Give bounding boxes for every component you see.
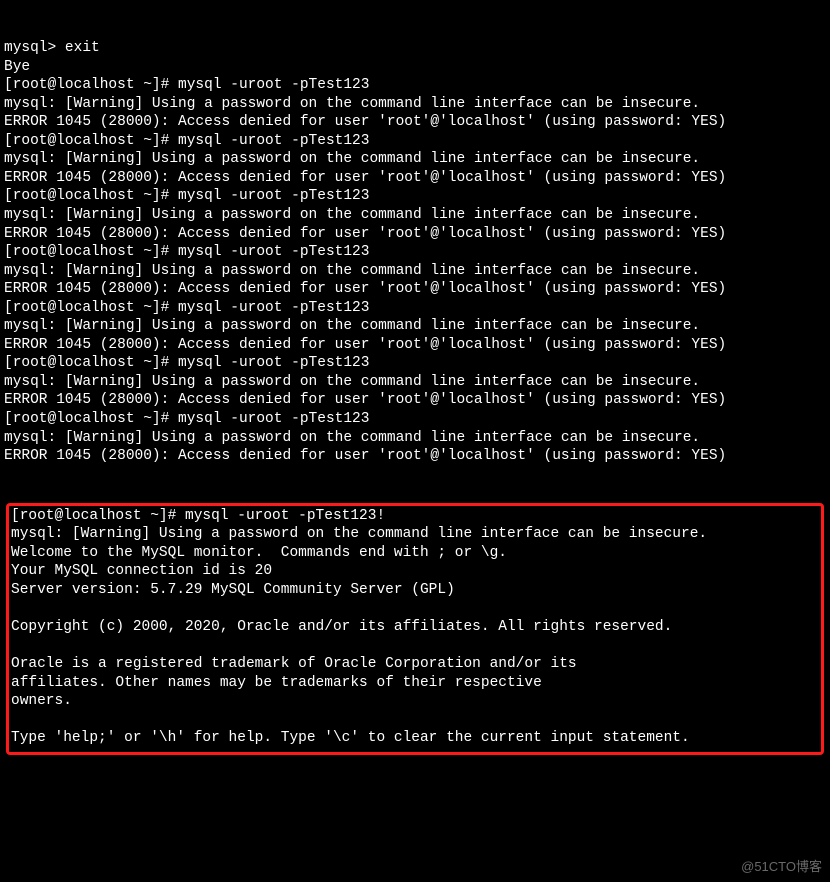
highlighted-successful-login: [root@localhost ~]# mysql -uroot -pTest1… <box>6 503 824 755</box>
highlight-line: Server version: 5.7.29 MySQL Community S… <box>11 581 819 600</box>
scrollback-line: ERROR 1045 (28000): Access denied for us… <box>4 336 826 355</box>
highlight-line: Copyright (c) 2000, 2020, Oracle and/or … <box>11 618 819 637</box>
highlight-line: Type 'help;' or '\h' for help. Type '\c'… <box>11 729 819 748</box>
highlight-line: Your MySQL connection id is 20 <box>11 562 819 581</box>
highlight-line <box>11 711 819 730</box>
highlight-line: [root@localhost ~]# mysql -uroot -pTest1… <box>11 507 819 526</box>
scrollback-line: ERROR 1045 (28000): Access denied for us… <box>4 280 826 299</box>
terminal-scrollback: mysql> exitBye[root@localhost ~]# mysql … <box>4 39 826 466</box>
highlight-line <box>11 637 819 656</box>
watermark-text: @51CTO博客 <box>741 859 822 876</box>
scrollback-line: [root@localhost ~]# mysql -uroot -pTest1… <box>4 132 826 151</box>
scrollback-line: ERROR 1045 (28000): Access denied for us… <box>4 113 826 132</box>
scrollback-line: ERROR 1045 (28000): Access denied for us… <box>4 447 826 466</box>
scrollback-line: [root@localhost ~]# mysql -uroot -pTest1… <box>4 299 826 318</box>
scrollback-line: [root@localhost ~]# mysql -uroot -pTest1… <box>4 410 826 429</box>
scrollback-line: ERROR 1045 (28000): Access denied for us… <box>4 169 826 188</box>
highlight-line: owners. <box>11 692 819 711</box>
scrollback-line: Bye <box>4 58 826 77</box>
scrollback-line: mysql: [Warning] Using a password on the… <box>4 206 826 225</box>
highlight-line: mysql: [Warning] Using a password on the… <box>11 525 819 544</box>
scrollback-line: ERROR 1045 (28000): Access denied for us… <box>4 225 826 244</box>
scrollback-line: ERROR 1045 (28000): Access denied for us… <box>4 391 826 410</box>
highlight-line: Welcome to the MySQL monitor. Commands e… <box>11 544 819 563</box>
scrollback-line: [root@localhost ~]# mysql -uroot -pTest1… <box>4 354 826 373</box>
highlight-line: Oracle is a registered trademark of Orac… <box>11 655 819 674</box>
highlight-line <box>11 600 819 619</box>
scrollback-line: [root@localhost ~]# mysql -uroot -pTest1… <box>4 76 826 95</box>
terminal-window[interactable]: mysql> exitBye[root@localhost ~]# mysql … <box>0 0 830 781</box>
scrollback-line: mysql> exit <box>4 39 826 58</box>
scrollback-line: [root@localhost ~]# mysql -uroot -pTest1… <box>4 187 826 206</box>
scrollback-line: [root@localhost ~]# mysql -uroot -pTest1… <box>4 243 826 262</box>
scrollback-line: mysql: [Warning] Using a password on the… <box>4 373 826 392</box>
scrollback-line: mysql: [Warning] Using a password on the… <box>4 95 826 114</box>
scrollback-line: mysql: [Warning] Using a password on the… <box>4 429 826 448</box>
scrollback-line: mysql: [Warning] Using a password on the… <box>4 262 826 281</box>
highlight-line: affiliates. Other names may be trademark… <box>11 674 819 693</box>
scrollback-line: mysql: [Warning] Using a password on the… <box>4 317 826 336</box>
scrollback-line: mysql: [Warning] Using a password on the… <box>4 150 826 169</box>
